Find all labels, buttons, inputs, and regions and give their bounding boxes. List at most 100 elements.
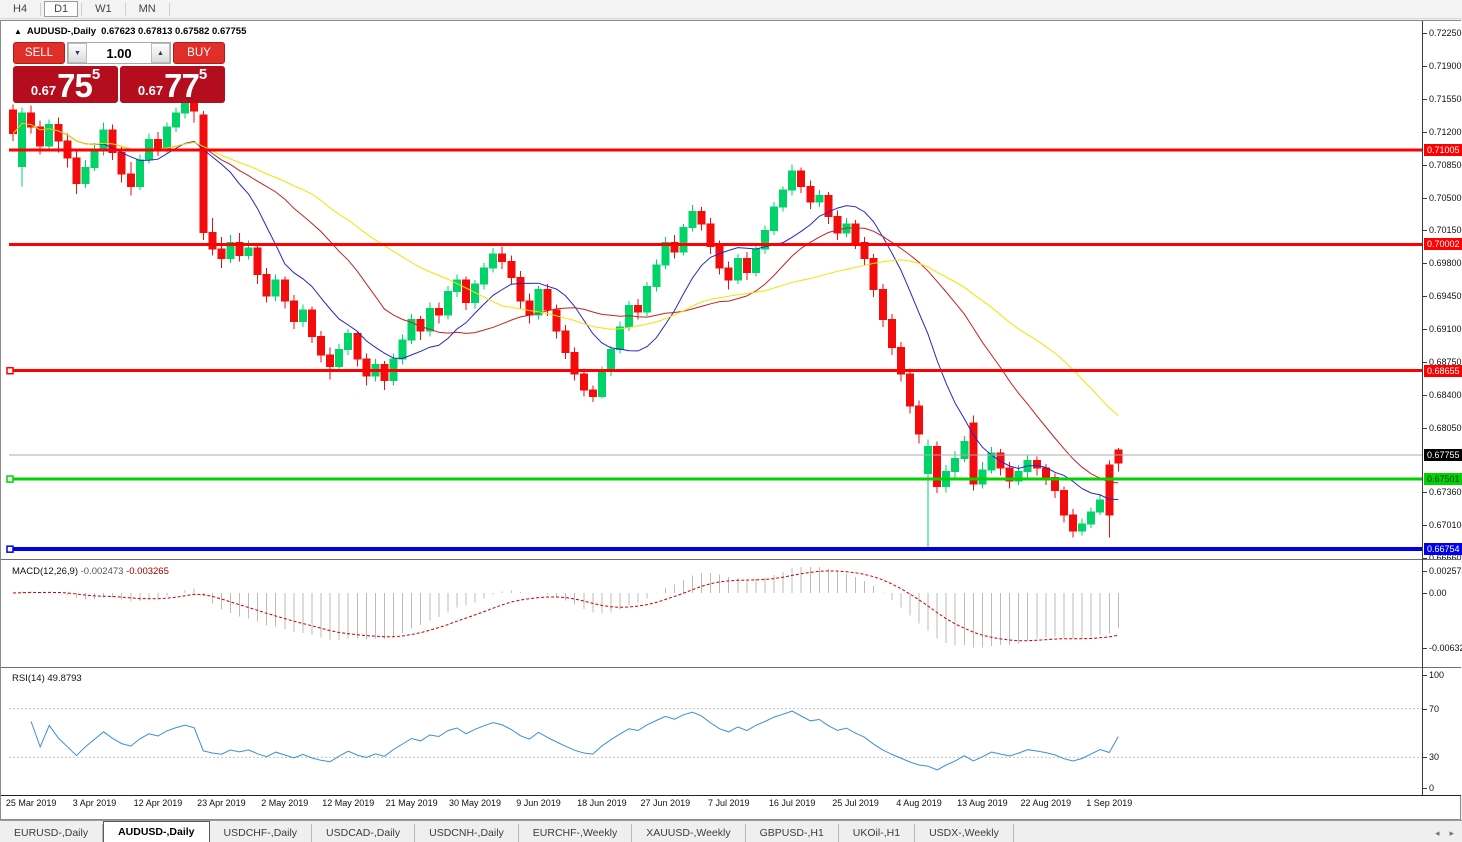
price-tag-0.66754: 0.66754 <box>1424 543 1462 556</box>
date-label: 12 May 2019 <box>322 798 375 808</box>
axis-tick <box>1423 98 1427 100</box>
chart-tab-usdchf-daily[interactable]: USDCHF-,Daily <box>210 824 313 842</box>
sell-price-pip: 5 <box>91 66 101 83</box>
macd-axis-label: -0.006326 <box>1429 643 1462 653</box>
timeframe-button-w1[interactable]: W1 <box>85 1 122 17</box>
chart-tab-eurchf-weekly[interactable]: EURCHF-,Weekly <box>519 824 633 842</box>
price-tag-0.71005: 0.71005 <box>1424 144 1462 157</box>
date-label: 1 Sep 2019 <box>1086 798 1133 808</box>
chart-tab-ukoil-h1[interactable]: UKOil-,H1 <box>839 824 916 842</box>
axis-tick <box>1423 230 1427 232</box>
date-label: 12 Apr 2019 <box>133 798 183 808</box>
price-tag-0.67501: 0.67501 <box>1424 473 1462 486</box>
axis-tick <box>1423 361 1427 363</box>
axis-tick <box>1423 131 1427 133</box>
date-label: 9 Jun 2019 <box>516 798 561 808</box>
chart-tab-audusd-daily[interactable]: AUDUSD-,Daily <box>103 821 210 842</box>
axis-tick <box>1423 675 1427 676</box>
time-scale[interactable]: 25 Mar 2019 3 Apr 2019 12 Apr 2019 23 Apr 2… <box>1 798 1422 814</box>
toolbar-separator <box>40 2 42 16</box>
up-triangle-icon: ▲ <box>14 26 22 36</box>
macd-panel[interactable] <box>1 563 1422 667</box>
price-tag-0.68655: 0.68655 <box>1424 364 1462 377</box>
ohlc-values: 0.67623 0.67813 0.67582 0.67755 <box>101 26 247 37</box>
buy-price-display[interactable]: 0.67 77 5 <box>120 66 225 103</box>
timeframe-button-d1[interactable]: D1 <box>44 1 79 17</box>
timeframe-toolbar: H4 D1 W1 MN <box>0 0 1462 19</box>
date-label: 30 May 2019 <box>449 798 502 808</box>
date-label: 23 Apr 2019 <box>197 798 246 808</box>
buy-price-big: 77 <box>164 67 200 104</box>
rsi-axis-label: 30 <box>1429 752 1440 763</box>
symbol-label: AUDUSD-,Daily <box>26 26 97 37</box>
volume-increase-button[interactable]: ▲ <box>151 43 170 63</box>
date-label: 18 Jun 2019 <box>577 798 627 808</box>
axis-border <box>1422 21 1423 795</box>
axis-tick <box>1423 427 1427 429</box>
macd-axis-label: 0.002574 <box>1429 565 1462 576</box>
axis-tick <box>1423 788 1427 789</box>
rsi-panel[interactable] <box>1 670 1422 795</box>
axis-tick <box>1423 328 1427 330</box>
metatrader-window: H4 D1 W1 MN ▲ AUDUSD-,Daily 0.67623 0.67813… <box>0 0 1462 842</box>
date-label: 22 Aug 2019 <box>1020 798 1072 808</box>
volume-input[interactable] <box>87 43 151 63</box>
sell-button[interactable]: SELL <box>13 42 65 64</box>
one-click-trading-widget: SELL ▼ ▲ BUY 0.67755 0.67775 <box>13 42 225 103</box>
axis-tick <box>1423 492 1427 494</box>
chart-tab-gbpusd-h1[interactable]: GBPUSD-,H1 <box>746 824 839 842</box>
axis-tick <box>1423 757 1427 759</box>
timeframe-button-h4[interactable]: H4 <box>3 1 37 17</box>
price-axis-label: 0.71900 <box>1429 61 1462 72</box>
date-label: 25 Mar 2019 <box>5 798 57 808</box>
toolbar-separator <box>168 2 170 16</box>
axis-tick <box>1423 648 1427 649</box>
axis-tick <box>1423 66 1427 68</box>
macd-axis-label: 0.00 <box>1429 588 1447 598</box>
rsi-axis-label: 100 <box>1429 670 1445 680</box>
time-axis-border <box>1 795 1461 796</box>
price-axis-label: 0.69450 <box>1429 291 1462 302</box>
chart-tab-usdcnh-daily[interactable]: USDCNH-,Daily <box>415 824 519 842</box>
rsi-scale[interactable]: 100 70 30 0 <box>1423 670 1462 795</box>
macd-scale[interactable]: 0.002574 0.00 -0.006326 <box>1423 563 1462 667</box>
buy-price-pip: 5 <box>198 66 208 83</box>
rsi-axis-label: 70 <box>1429 703 1440 714</box>
price-axis-label: 0.70150 <box>1429 225 1462 236</box>
macd-label: MACD(12,26,9) -0.002473 -0.003265 <box>12 566 169 577</box>
timeframe-button-mn[interactable]: MN <box>129 1 166 17</box>
sell-price-prefix: 0.67 <box>30 83 57 98</box>
price-axis-label: 0.68050 <box>1429 422 1462 433</box>
volume-decrease-button[interactable]: ▼ <box>68 43 87 63</box>
chart-tab-eurusd-daily[interactable]: EURUSD-,Daily <box>0 824 104 842</box>
price-axis-label: 0.69800 <box>1429 258 1462 269</box>
price-axis-label: 0.70500 <box>1429 192 1462 203</box>
date-label: 27 Jun 2019 <box>640 798 691 808</box>
axis-tick <box>1423 570 1427 572</box>
price-axis-label: 0.71550 <box>1429 93 1462 104</box>
toolbar-separator <box>81 2 83 16</box>
date-label: 13 Aug 2019 <box>957 798 1008 808</box>
sell-price-big: 75 <box>57 67 93 104</box>
price-axis-label: 0.67360 <box>1429 487 1462 498</box>
buy-button[interactable]: BUY <box>173 42 225 64</box>
rsi-value: 49.8793 <box>47 673 82 684</box>
toolbar-separator <box>124 2 126 16</box>
date-label: 7 Jul 2019 <box>707 798 750 808</box>
axis-tick <box>1423 525 1427 527</box>
chart-title: ▲ AUDUSD-,Daily 0.67623 0.67813 0.67582 … <box>14 26 246 37</box>
price-axis-label: 0.67010 <box>1429 520 1462 531</box>
price-scale[interactable]: 0.72250 0.71900 0.71550 0.71200 0.70850 0.705… <box>1423 21 1462 563</box>
chart-tab-usdcad-daily[interactable]: USDCAD-,Daily <box>312 824 416 842</box>
rsi-label: RSI(14) 49.8793 <box>12 673 82 684</box>
chart-tab-usdx-weekly[interactable]: USDX-,Weekly <box>915 824 1014 842</box>
chart-tab-xauusd-weekly[interactable]: XAUUSD-,Weekly <box>632 824 746 842</box>
tab-scroll-left-icon[interactable]: ◂ <box>1435 828 1440 839</box>
axis-tick <box>1423 263 1427 265</box>
price-tag-0.67755: 0.67755 <box>1424 449 1462 462</box>
sell-price-display[interactable]: 0.67 75 5 <box>13 66 118 103</box>
date-label: 3 Apr 2019 <box>72 798 117 808</box>
axis-tick <box>1423 593 1427 594</box>
price-axis-label: 0.68400 <box>1429 389 1462 400</box>
tab-scroll-right-icon[interactable]: ▸ <box>1449 828 1454 839</box>
